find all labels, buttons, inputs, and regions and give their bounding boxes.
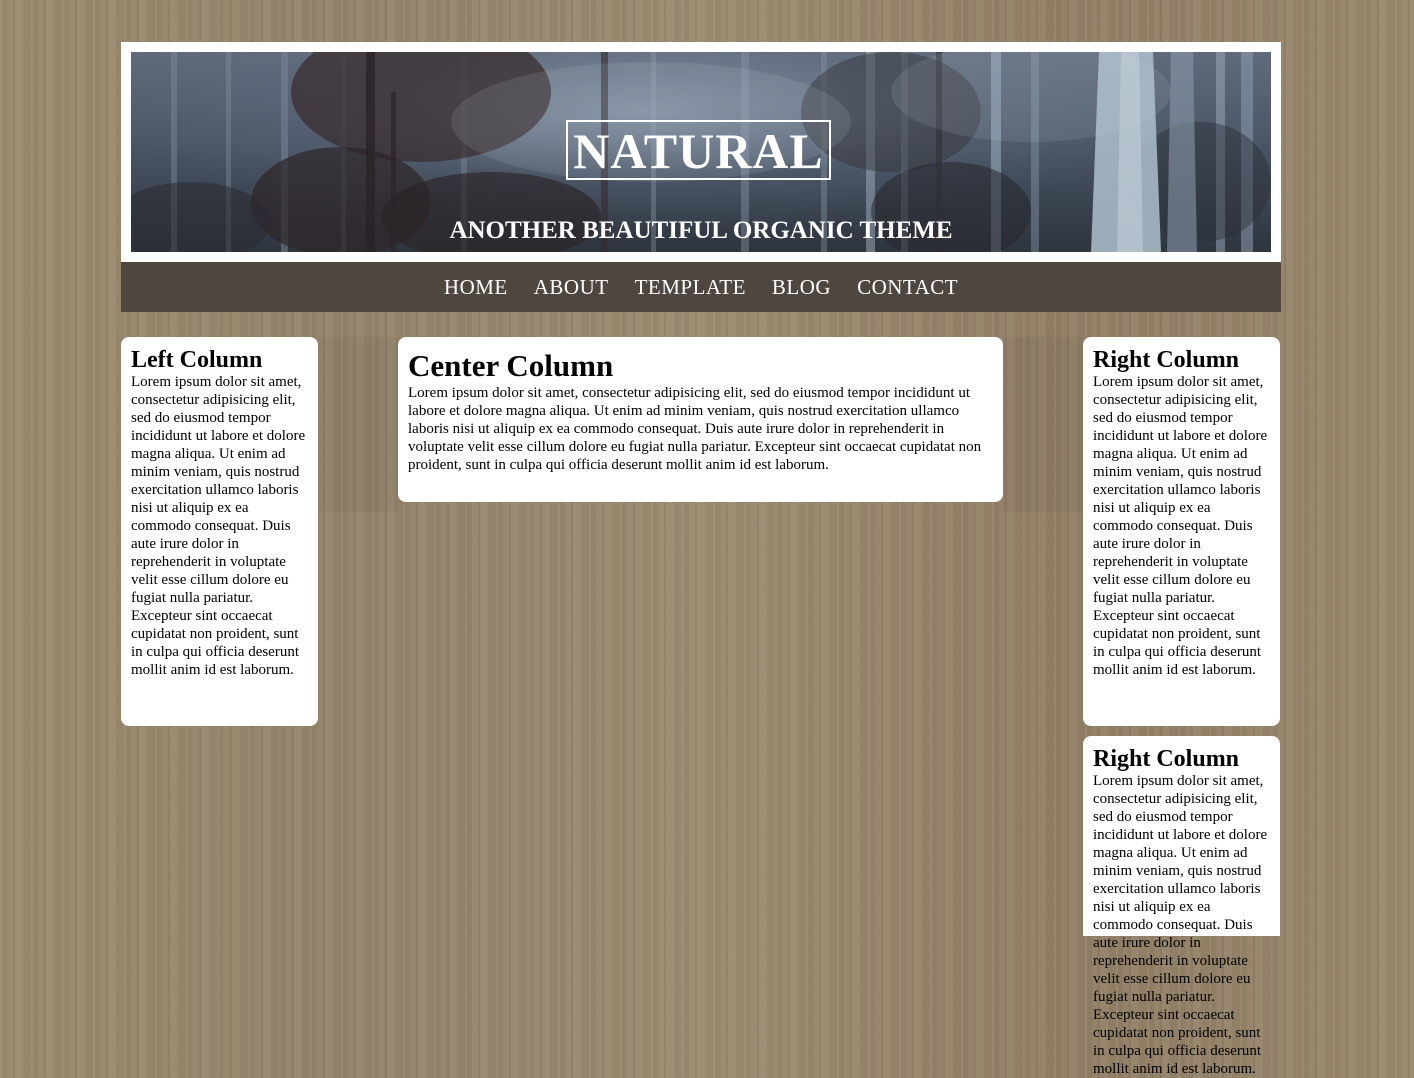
site-header: NATURAL ANOTHER BEAUTIFUL ORGANIC THEME	[121, 42, 1281, 262]
center-column-panel: Center Column Lorem ipsum dolor sit amet…	[398, 337, 1003, 502]
nav-item-home[interactable]: HOME	[444, 262, 508, 312]
background-shade	[318, 337, 398, 512]
center-column-heading: Center Column	[408, 348, 614, 383]
nav-item-contact[interactable]: CONTACT	[857, 262, 958, 312]
nav-item-about[interactable]: ABOUT	[534, 262, 609, 312]
left-column-panel: Left Column Lorem ipsum dolor sit amet, …	[121, 337, 318, 726]
nav-item-template[interactable]: TEMPLATE	[635, 262, 746, 312]
center-column-text: Lorem ipsum dolor sit amet, consectetur …	[408, 385, 982, 473]
forest-banner-image: NATURAL ANOTHER BEAUTIFUL ORGANIC THEME	[131, 52, 1271, 252]
nav-item-blog[interactable]: BLOG	[772, 262, 831, 312]
right-column-heading: Right Column	[1093, 746, 1240, 772]
left-column-text: Lorem ipsum dolor sit amet, consectetur …	[131, 374, 306, 678]
main-navigation: HOME ABOUT TEMPLATE BLOG CONTACT	[121, 262, 1281, 312]
right-column-panel: Right Column Lorem ipsum dolor sit amet,…	[1083, 337, 1280, 726]
right-column-text: Lorem ipsum dolor sit amet, consectetur …	[1093, 374, 1268, 678]
site-title: NATURAL	[566, 120, 831, 180]
site-tagline: ANOTHER BEAUTIFUL ORGANIC THEME	[449, 217, 953, 244]
background-shade	[1003, 337, 1083, 512]
right-column-panel-2: Right Column Lorem ipsum dolor sit amet,…	[1083, 736, 1280, 1077]
right-column-heading: Right Column	[1093, 347, 1240, 373]
right-column-text: Lorem ipsum dolor sit amet, consectetur …	[1093, 773, 1268, 1077]
left-column-heading: Left Column	[131, 347, 263, 373]
